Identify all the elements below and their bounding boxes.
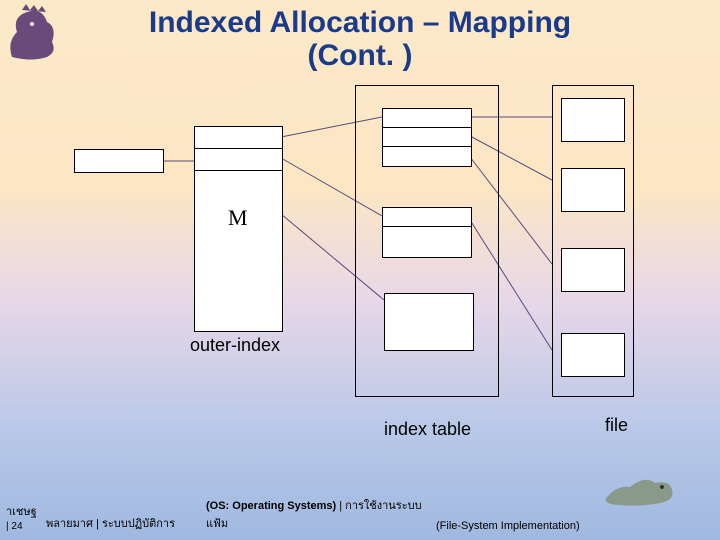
footer-dept: พลายมาศ | ระบบปฏิบัติการ	[46, 518, 175, 530]
footer-topic: (File-System Implementation)	[436, 520, 580, 532]
dinosaur-decoration-top	[2, 2, 72, 72]
title-line-2: (Cont. )	[308, 39, 413, 72]
index-table-label: index table	[384, 419, 471, 440]
footer-page: | 24	[6, 521, 23, 532]
file-block-3	[561, 248, 625, 292]
file-label: file	[605, 415, 628, 436]
index-block-1-row-1	[382, 108, 472, 129]
slide-title: Indexed Allocation – Mapping (Cont. )	[0, 0, 720, 72]
file-block-2	[561, 168, 625, 212]
index-block-1-row-3	[382, 146, 472, 167]
outer-index-body	[194, 170, 283, 332]
index-block-2-body	[382, 226, 472, 258]
footer-course-bold: (OS: Operating Systems)	[206, 500, 336, 512]
outer-index-row-2	[194, 148, 283, 172]
index-block-2-row-1	[382, 207, 472, 228]
file-block-4	[561, 333, 625, 377]
footer-author: าเชษฐ	[6, 506, 37, 518]
file-block-1	[561, 98, 625, 142]
index-block-1-row-2	[382, 127, 472, 148]
directory-entry-box	[74, 149, 164, 173]
ellipsis-m-symbol: M	[228, 205, 248, 231]
index-block-3	[384, 293, 474, 351]
slide-footer: าเชษฐ | 24 พลายมาศ | ระบบปฏิบัติการ (OS:…	[0, 496, 720, 532]
title-line-1: Indexed Allocation – Mapping	[149, 6, 571, 39]
outer-index-label: outer-index	[190, 335, 280, 356]
outer-index-row-1	[194, 126, 283, 150]
